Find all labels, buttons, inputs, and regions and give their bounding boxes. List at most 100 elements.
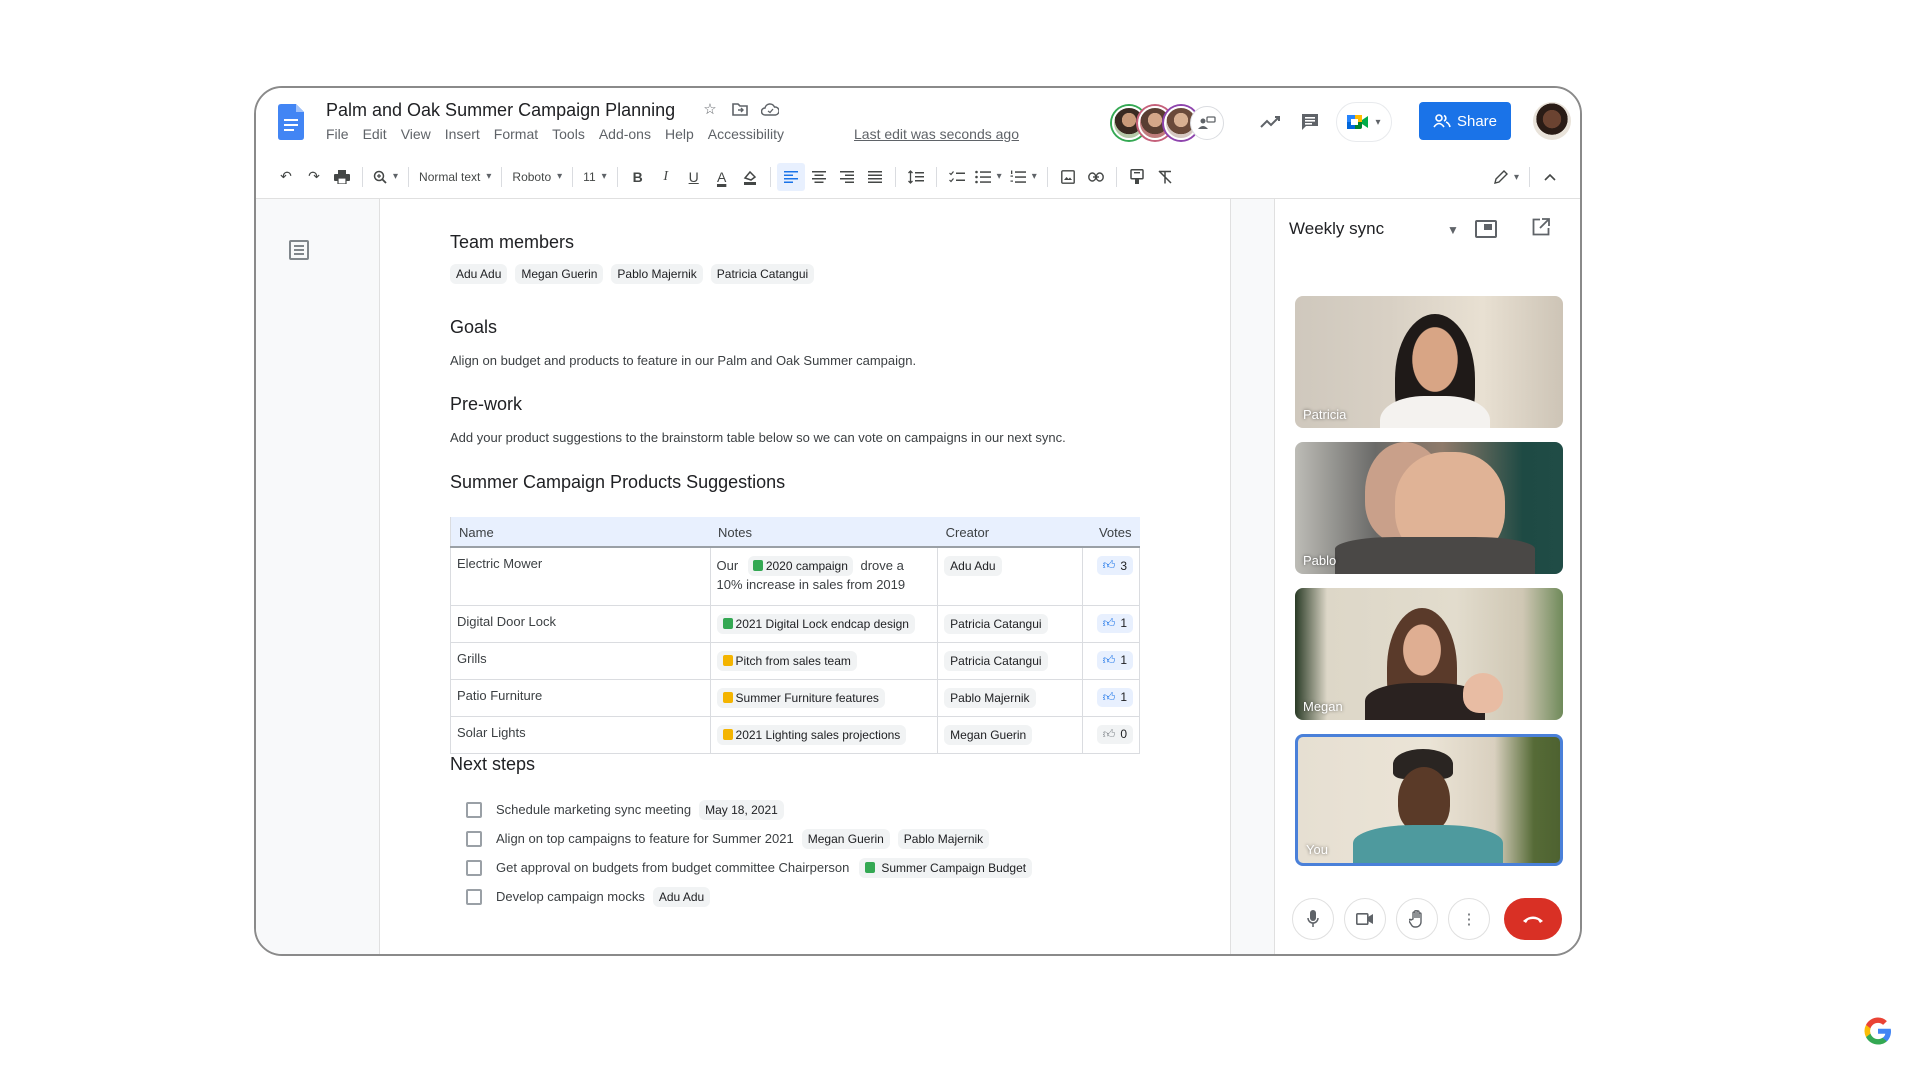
meeting-dropdown-icon[interactable]: ▼ — [1447, 223, 1459, 237]
insert-link-icon[interactable] — [1082, 163, 1110, 191]
move-to-folder-icon[interactable] — [731, 100, 749, 118]
file-chip[interactable]: Pitch from sales team — [716, 650, 857, 671]
person-chip[interactable]: Pablo Majernik — [611, 264, 703, 284]
menu-help[interactable]: Help — [665, 126, 694, 142]
product-name-cell[interactable]: Digital Door Lock — [450, 604, 711, 643]
product-name-cell[interactable]: Patio Furniture — [450, 678, 711, 717]
file-chip[interactable]: Summer Furniture features — [716, 687, 885, 708]
end-call-button[interactable] — [1504, 898, 1562, 940]
menu-file[interactable]: File — [326, 126, 349, 142]
date-chip[interactable]: May 18, 2021 — [699, 799, 784, 820]
document-page[interactable]: Team members Adu Adu Megan Guerin Pablo Ma… — [380, 199, 1230, 954]
font-family-select[interactable]: Roboto — [508, 163, 566, 191]
star-icon[interactable]: ☆ — [701, 100, 719, 118]
cloud-saved-icon[interactable] — [761, 100, 779, 118]
paragraph-style-select[interactable]: Normal text — [415, 163, 495, 191]
person-chip[interactable]: Adu Adu — [944, 556, 1002, 576]
person-chip[interactable]: Pablo Majernik — [897, 828, 990, 849]
line-spacing-icon[interactable] — [902, 163, 930, 191]
notes-cell[interactable]: Our 2020 campaign drove a 10% increase i… — [709, 546, 939, 606]
menu-format[interactable]: Format — [494, 126, 538, 142]
checkbox[interactable] — [466, 888, 482, 905]
align-left-icon[interactable] — [776, 162, 805, 191]
undo-icon[interactable]: ↶ — [272, 163, 300, 191]
menu-insert[interactable]: Insert — [445, 126, 480, 142]
product-name-cell[interactable]: Electric Mower — [450, 546, 711, 606]
last-edit-link[interactable]: Last edit was seconds ago — [854, 126, 1019, 142]
open-in-new-window-icon[interactable] — [1532, 218, 1550, 241]
file-chip[interactable]: Summer Campaign Budget — [859, 857, 1033, 878]
vote-button[interactable]: 👍︎ 3 — [1096, 556, 1133, 575]
google-docs-logo-icon[interactable] — [278, 104, 304, 140]
person-chip[interactable]: Megan Guerin — [801, 828, 890, 849]
notes-cell[interactable]: Pitch from sales team — [709, 641, 939, 680]
notes-cell[interactable]: 2021 Digital Lock endcap design — [709, 604, 939, 643]
checkbox[interactable] — [466, 801, 482, 818]
file-chip[interactable]: 2021 Digital Lock endcap design — [716, 613, 915, 634]
text-color-button[interactable]: A — [708, 163, 736, 191]
join-meet-button[interactable]: ▾ — [1336, 102, 1392, 142]
document-outline-icon[interactable] — [289, 240, 309, 260]
microphone-icon[interactable] — [1292, 898, 1334, 940]
raise-hand-icon[interactable] — [1396, 898, 1438, 940]
clear-formatting-icon[interactable] — [1151, 163, 1179, 191]
menu-edit[interactable]: Edit — [363, 126, 387, 142]
bold-button[interactable]: B — [624, 163, 652, 191]
person-chip[interactable]: Adu Adu — [450, 264, 508, 284]
menu-accessibility[interactable]: Accessibility — [708, 126, 784, 142]
align-center-icon[interactable] — [805, 163, 833, 191]
more-options-icon[interactable]: ⋮ — [1448, 898, 1490, 940]
comment-history-icon[interactable] — [1296, 108, 1324, 136]
menu-tools[interactable]: Tools — [552, 126, 585, 142]
vote-button[interactable]: 👍︎ 0 — [1096, 724, 1133, 744]
numbered-list-icon[interactable] — [1006, 163, 1041, 191]
person-chip[interactable]: Adu Adu — [652, 886, 711, 907]
add-comment-icon[interactable] — [1123, 163, 1151, 191]
person-chip[interactable]: Patricia Catangui — [710, 264, 815, 284]
menu-view[interactable]: View — [401, 126, 431, 142]
print-icon[interactable] — [328, 163, 356, 191]
person-chip[interactable]: Patricia Catangui — [944, 650, 1048, 671]
activity-dashboard-icon[interactable] — [1257, 108, 1285, 136]
self-video-tile[interactable]: You — [1295, 734, 1563, 866]
document-title[interactable]: Palm and Oak Summer Campaign Planning — [326, 100, 675, 121]
highlight-color-icon[interactable] — [736, 163, 764, 191]
account-avatar[interactable] — [1533, 102, 1571, 140]
bulleted-list-icon[interactable] — [971, 163, 1006, 191]
vote-button[interactable]: 👍︎ 1 — [1096, 613, 1133, 633]
align-justify-icon[interactable] — [861, 163, 889, 191]
hide-menus-chevron-up-icon[interactable] — [1536, 163, 1564, 191]
redo-icon[interactable]: ↷ — [300, 163, 328, 191]
zoom-select[interactable] — [369, 163, 402, 191]
font-size-select[interactable]: 11 — [579, 163, 611, 191]
person-chip[interactable]: Pablo Majernik — [944, 687, 1036, 708]
checkbox[interactable] — [466, 830, 482, 847]
person-chip[interactable]: Patricia Catangui — [944, 613, 1048, 634]
person-chip[interactable]: Megan Guerin — [944, 724, 1033, 745]
vote-button[interactable]: 👍︎ 1 — [1096, 650, 1133, 670]
product-name-cell[interactable]: Grills — [450, 641, 711, 680]
vote-button[interactable]: 👍︎ 1 — [1096, 687, 1133, 707]
file-chip[interactable]: 2020 campaign — [747, 556, 853, 576]
notes-cell[interactable]: Summer Furniture features — [709, 678, 939, 717]
camera-icon[interactable] — [1344, 898, 1386, 940]
product-name-cell[interactable]: Solar Lights — [450, 715, 711, 754]
align-right-icon[interactable] — [833, 163, 861, 191]
file-chip[interactable]: 2021 Lighting sales projections — [716, 724, 907, 745]
checklist-icon[interactable] — [943, 163, 971, 191]
participant-video-tile[interactable]: Pablo — [1295, 442, 1563, 574]
picture-in-picture-icon[interactable] — [1475, 220, 1497, 238]
person-chip[interactable]: Megan Guerin — [515, 264, 604, 284]
underline-button[interactable]: U — [680, 163, 708, 191]
participant-video-tile[interactable]: Patricia — [1295, 296, 1563, 428]
checkbox[interactable] — [466, 859, 482, 876]
italic-button[interactable]: I — [652, 163, 680, 191]
present-to-meeting-icon[interactable] — [1190, 106, 1224, 140]
menu-addons[interactable]: Add-ons — [599, 126, 651, 142]
table-row: Grills Pitch from sales team Patricia Ca… — [450, 641, 1140, 680]
editing-mode-icon[interactable] — [1490, 163, 1523, 191]
notes-cell[interactable]: 2021 Lighting sales projections — [709, 715, 939, 754]
insert-image-icon[interactable] — [1054, 163, 1082, 191]
share-button[interactable]: Share — [1419, 102, 1511, 140]
participant-video-tile[interactable]: Megan — [1295, 588, 1563, 720]
